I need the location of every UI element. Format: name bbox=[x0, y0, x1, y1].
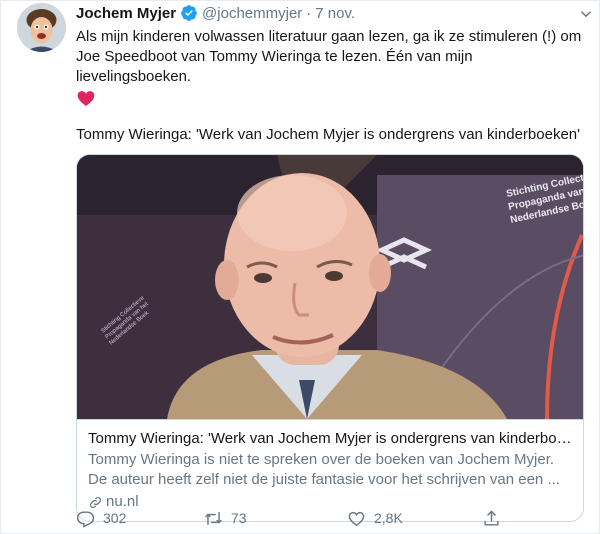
tweet-body: Als mijn kinderen volwassen literatuur g… bbox=[76, 28, 582, 85]
tweet[interactable]: Jochem Myjer @jochemmyjer · 7 nov. Als m… bbox=[0, 0, 600, 534]
separator-dot: · bbox=[306, 4, 312, 22]
verified-badge-icon bbox=[181, 5, 197, 21]
chevron-down-icon[interactable] bbox=[577, 5, 595, 23]
share-button[interactable] bbox=[482, 509, 501, 528]
card-description: Tommy Wieringa is niet te spreken over d… bbox=[88, 451, 560, 488]
reply-icon bbox=[76, 510, 95, 528]
like-button[interactable]: 2,8K bbox=[347, 509, 403, 528]
card-photo: Stichting Collectieve Propaganda van het… bbox=[77, 155, 583, 419]
reply-button[interactable]: 302 bbox=[76, 509, 126, 528]
card-title[interactable]: Tommy Wieringa: 'Werk van Jochem Myjer i… bbox=[88, 429, 572, 449]
reply-count: 302 bbox=[103, 510, 127, 526]
quoted-headline: Tommy Wieringa: 'Werk van Jochem Myjer i… bbox=[76, 126, 580, 143]
tweet-timestamp[interactable]: 7 nov. bbox=[315, 5, 355, 22]
card-body: Tommy Wieringa: 'Werk van Jochem Myjer i… bbox=[77, 419, 583, 512]
author-name[interactable]: Jochem Myjer bbox=[76, 5, 176, 22]
tweet-actions: 302 73 2,8K bbox=[76, 505, 506, 531]
retweet-button[interactable]: 73 bbox=[204, 509, 247, 528]
link-preview-card[interactable]: Stichting Collectieve Propaganda van het… bbox=[76, 154, 584, 522]
like-count: 2,8K bbox=[374, 510, 403, 526]
author-handle[interactable]: @jochemmyjer bbox=[202, 5, 302, 22]
card-image: Stichting Collectieve Propaganda van het… bbox=[77, 155, 583, 419]
tweet-header: Jochem Myjer @jochemmyjer · 7 nov. bbox=[76, 1, 586, 25]
tweet-text: Als mijn kinderen volwassen literatuur g… bbox=[76, 27, 586, 108]
avatar[interactable] bbox=[17, 3, 66, 52]
heart-icon bbox=[348, 511, 365, 526]
avatar-image bbox=[17, 3, 66, 52]
tweet-content: Jochem Myjer @jochemmyjer · 7 nov. Als m… bbox=[76, 1, 586, 522]
share-icon bbox=[484, 509, 499, 526]
retweet-icon bbox=[205, 511, 222, 525]
heart-emoji-icon bbox=[77, 91, 95, 106]
retweet-count: 73 bbox=[231, 510, 247, 526]
